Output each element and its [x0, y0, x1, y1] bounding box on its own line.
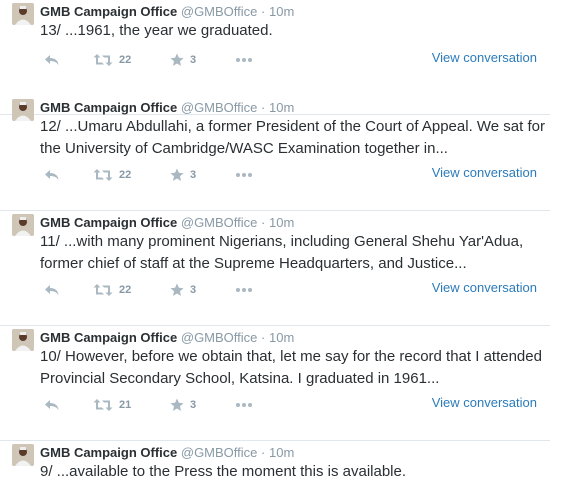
- avatar[interactable]: [12, 214, 34, 236]
- favorite-count: 3: [190, 399, 197, 411]
- separator-dot: ·: [261, 4, 266, 19]
- reply-button[interactable]: [44, 397, 60, 413]
- more-icon: [236, 58, 252, 62]
- tweet-text: 13/ ...1961, the year we graduated.: [40, 22, 273, 39]
- timestamp[interactable]: 10m: [269, 4, 294, 19]
- favorite-button[interactable]: 3: [170, 167, 196, 183]
- tweet-header: GMB Campaign Office @GMBOffice · 10m: [40, 329, 294, 347]
- author-name[interactable]: GMB Campaign Office: [40, 330, 177, 345]
- more-button[interactable]: [235, 397, 253, 413]
- favorite-count: 3: [190, 54, 197, 66]
- more-button[interactable]: [235, 52, 253, 68]
- tweet-actions: 22 3 View conversation: [40, 165, 550, 183]
- tweet-text: 11/ ...with many prominent Nigerians, in…: [40, 233, 524, 272]
- retweet-count: 21: [119, 399, 132, 411]
- author-handle[interactable]: @GMBOffice: [181, 4, 258, 19]
- reply-icon: [45, 400, 59, 410]
- favorite-icon: [170, 398, 184, 411]
- tweet-actions: 22 3 View conversation: [40, 50, 550, 68]
- tweet-item[interactable]: GMB Campaign Office @GMBOffice · 10m 11/…: [0, 211, 550, 326]
- view-conversation-link[interactable]: View conversation: [432, 395, 537, 410]
- retweet-button[interactable]: 22: [93, 52, 131, 68]
- tweet-header: GMB Campaign Office @GMBOffice · 10m: [40, 214, 294, 232]
- reply-icon: [45, 285, 59, 295]
- author-handle[interactable]: @GMBOffice: [181, 100, 258, 115]
- tweet-item[interactable]: GMB Campaign Office @GMBOffice · 10m 12/…: [0, 96, 550, 211]
- retweet-icon: [93, 169, 113, 181]
- favorite-button[interactable]: 3: [170, 52, 196, 68]
- more-button[interactable]: [235, 167, 253, 183]
- favorite-icon: [170, 283, 184, 296]
- more-icon: [236, 288, 252, 292]
- author-handle[interactable]: @GMBOffice: [181, 445, 258, 460]
- more-icon: [236, 403, 252, 407]
- favorite-icon: [170, 168, 184, 181]
- avatar[interactable]: [12, 444, 34, 466]
- separator-dot: ·: [261, 100, 266, 115]
- favorite-button[interactable]: 3: [170, 397, 196, 413]
- retweet-count: 22: [119, 284, 132, 296]
- avatar[interactable]: [12, 99, 34, 121]
- tweet-timeline: GMB Campaign Office @GMBOffice · 10m 13/…: [0, 0, 568, 489]
- reply-icon: [45, 55, 59, 65]
- view-conversation-link[interactable]: View conversation: [432, 280, 537, 295]
- timestamp[interactable]: 10m: [269, 445, 294, 460]
- tweet-item[interactable]: GMB Campaign Office @GMBOffice · 10m 9/ …: [0, 441, 550, 489]
- tweet-text: 10/ However, before we obtain that, let …: [40, 348, 542, 387]
- retweet-button[interactable]: 22: [93, 167, 131, 183]
- view-conversation-link[interactable]: View conversation: [432, 50, 537, 65]
- retweet-icon: [93, 399, 113, 411]
- author-name[interactable]: GMB Campaign Office: [40, 100, 177, 115]
- favorite-button[interactable]: 3: [170, 282, 196, 298]
- tweet-text: 12/ ...Umaru Abdullahi, a former Preside…: [40, 118, 545, 157]
- view-conversation-link[interactable]: View conversation: [432, 165, 537, 180]
- author-handle[interactable]: @GMBOffice: [181, 215, 258, 230]
- author-name[interactable]: GMB Campaign Office: [40, 215, 177, 230]
- reply-icon: [45, 170, 59, 180]
- more-button[interactable]: [235, 282, 253, 298]
- more-icon: [236, 173, 252, 177]
- tweet-header: GMB Campaign Office @GMBOffice · 10m: [40, 444, 294, 462]
- favorite-count: 3: [190, 169, 197, 181]
- separator-dot: ·: [261, 445, 266, 460]
- author-handle[interactable]: @GMBOffice: [181, 330, 258, 345]
- author-name[interactable]: GMB Campaign Office: [40, 4, 177, 19]
- timestamp[interactable]: 10m: [269, 100, 294, 115]
- avatar[interactable]: [12, 329, 34, 351]
- tweet-header: GMB Campaign Office @GMBOffice · 10m: [40, 3, 294, 21]
- separator-dot: ·: [261, 330, 266, 345]
- separator-dot: ·: [261, 215, 266, 230]
- timestamp[interactable]: 10m: [269, 215, 294, 230]
- reply-button[interactable]: [44, 52, 60, 68]
- retweet-count: 22: [119, 169, 132, 181]
- reply-button[interactable]: [44, 167, 60, 183]
- retweet-count: 22: [119, 54, 132, 66]
- favorite-icon: [170, 53, 184, 66]
- avatar[interactable]: [12, 3, 34, 25]
- reply-button[interactable]: [44, 282, 60, 298]
- retweet-icon: [93, 54, 113, 66]
- retweet-icon: [93, 284, 113, 296]
- retweet-button[interactable]: 22: [93, 282, 131, 298]
- timestamp[interactable]: 10m: [269, 330, 294, 345]
- favorite-count: 3: [190, 284, 197, 296]
- retweet-button[interactable]: 21: [93, 397, 131, 413]
- tweet-actions: 21 3 View conversation: [40, 395, 550, 413]
- tweet-header: GMB Campaign Office @GMBOffice · 10m: [40, 99, 294, 117]
- tweet-text: 9/ ...available to the Press the moment …: [40, 463, 407, 480]
- tweet-actions: 22 3 View conversation: [40, 280, 550, 298]
- author-name[interactable]: GMB Campaign Office: [40, 445, 177, 460]
- tweet-item[interactable]: GMB Campaign Office @GMBOffice · 10m 10/…: [0, 326, 550, 441]
